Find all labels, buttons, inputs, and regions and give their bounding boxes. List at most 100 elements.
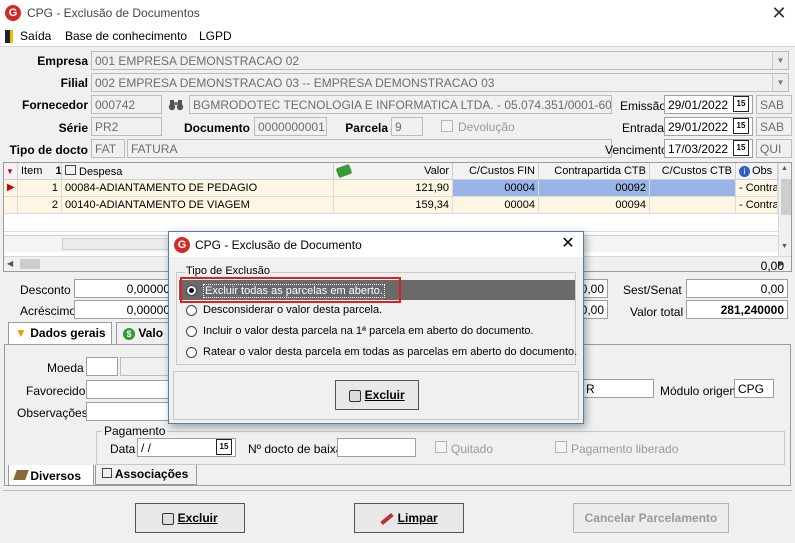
quitado-checkbox[interactable] (435, 441, 447, 453)
pagamento-liberado-checkbox[interactable] (555, 441, 567, 453)
column-header-cc-fin[interactable]: C/Custos FIN (453, 163, 539, 180)
entrada-weekday: SAB (756, 117, 792, 136)
fornecedor-code-field[interactable]: 000742 (91, 95, 162, 114)
current-row-arrow-icon: ▶ (4, 180, 18, 197)
scroll-left-icon[interactable]: ◀ (7, 259, 13, 268)
calendar-icon[interactable]: 15 (733, 140, 749, 156)
calendar-icon[interactable]: 15 (216, 439, 232, 455)
grid-total-field: 0,00 (700, 257, 787, 276)
modulo-origem-label: Módulo origem (660, 384, 740, 398)
acrescimo-field[interactable]: 0,00000 (74, 300, 174, 319)
empresa-select[interactable]: 001 EMPRESA DEMONSTRACAO 02 (91, 51, 789, 70)
binoculars-search-icon[interactable] (168, 97, 184, 112)
option-incluir-primeira-label[interactable]: Incluir o valor desta parcela na 1ª parc… (203, 325, 534, 337)
tab-diversos[interactable]: Diversos (8, 465, 94, 486)
row-item: 1 (18, 180, 62, 197)
serie-field[interactable]: PR2 (91, 117, 162, 136)
calendar-icon[interactable]: 15 (733, 96, 749, 112)
row-valor: 159,34 (334, 197, 453, 214)
tipo-name: FATURA (131, 142, 178, 156)
calendar-icon[interactable]: 15 (733, 118, 749, 134)
sest-senat-field[interactable]: 0,00 (686, 279, 788, 298)
tab-associacoes[interactable]: Associações (95, 465, 197, 485)
row-cc-fin: 00004 (453, 180, 539, 197)
hidden-field-value: R (586, 382, 595, 396)
scrollbar-thumb[interactable] (781, 179, 791, 215)
chevron-down-icon[interactable]: ▼ (772, 74, 788, 91)
table-row[interactable]: 2 00140-ADIANTAMENTO DE VIAGEM 159,34 00… (4, 197, 778, 214)
row-cc-ctb (650, 197, 736, 214)
total-mid-value-2: 0,00 (580, 303, 604, 317)
radio-ratear[interactable] (186, 347, 197, 358)
ndocto-baixa-field[interactable] (337, 438, 416, 457)
scroll-down-icon[interactable]: ▼ (781, 243, 788, 250)
app-logo-icon: G (174, 237, 190, 253)
column-header-despesa[interactable]: Despesa (62, 163, 334, 180)
scroll-up-icon[interactable]: ▲ (781, 165, 788, 172)
observacoes-field[interactable] (86, 402, 176, 421)
valor-total-label: Valor total (630, 305, 684, 319)
exclusao-dialog: G CPG - Exclusão de Documento ✕ Tipo de … (168, 231, 584, 424)
menu-bar: Saída Base de conhecimento LGPD (0, 27, 795, 47)
valor-header-label: Valor (424, 165, 449, 177)
emissao-value: 29/01/2022 (668, 98, 729, 112)
chevron-down-icon[interactable]: ▼ (772, 52, 788, 69)
menu-item-base-conhecimento[interactable]: Base de conhecimento (65, 29, 187, 43)
table-row[interactable]: ▶ 1 00084-ADIANTAMENTO DE PEDAGIO 121,90… (4, 180, 778, 197)
moeda-code-field[interactable] (86, 357, 118, 376)
dialog-excluir-button[interactable]: Excluir (335, 380, 419, 410)
tipo-exclusao-legend: Tipo de Exclusão (185, 265, 271, 277)
hidden-field[interactable]: R (582, 379, 654, 398)
row-contrapartida: 00092 (539, 180, 650, 197)
column-header-item[interactable]: Item 1 (18, 163, 62, 180)
cancelar-parcelamento-button[interactable]: Cancelar Parcelamento (573, 503, 729, 533)
radio-incluir-primeira[interactable] (186, 326, 197, 337)
column-header-contrapartida[interactable]: Contrapartida CTB (539, 163, 650, 180)
column-header-valor[interactable]: Valor (334, 163, 453, 180)
dialog-close-icon[interactable]: ✕ (557, 234, 579, 254)
modulo-origem-field[interactable]: CPG (734, 379, 774, 398)
fornecedor-name: BGMRODOTEC TECNOLOGIA E INFORMATICA LTDA… (193, 98, 612, 112)
option-ratear-label[interactable]: Ratear o valor desta parcela em todas as… (203, 346, 577, 358)
exit-door-icon (5, 30, 13, 43)
link-icon (102, 468, 112, 478)
row-cc-ctb (650, 180, 736, 197)
dialog-title: CPG - Exclusão de Documento (195, 238, 362, 252)
tab-valores-label: Valo (138, 326, 164, 340)
excluir-button-label: Excluir (177, 511, 218, 525)
row-item: 2 (18, 197, 62, 214)
row-valor: 121,90 (334, 180, 453, 197)
devolucao-label: Devolução (458, 120, 515, 134)
moeda-label: Moeda (47, 361, 84, 375)
parcela-value: 9 (395, 120, 402, 134)
pagamento-legend: Pagamento (102, 424, 168, 438)
tab-valores[interactable]: $ Valo (116, 322, 176, 344)
dialog-title-bar: G CPG - Exclusão de Documento ✕ (169, 232, 583, 257)
window-close-icon[interactable]: ✕ (768, 3, 790, 23)
fornecedor-code: 000742 (95, 98, 136, 112)
option-desconsiderar-label[interactable]: Desconsiderar o valor desta parcela. (203, 304, 382, 316)
valor-total-value: 281,240000 (720, 303, 784, 317)
desconto-field[interactable]: 0,00000 (74, 279, 174, 298)
menu-item-saida[interactable]: Saída (20, 29, 51, 43)
filial-select[interactable]: 002 EMPRESA DEMONSTRACAO 03 -- EMPRESA D… (91, 73, 789, 92)
column-header-obs[interactable]: i Obs (736, 163, 778, 180)
grid-vertical-scrollbar[interactable]: ▲ ▼ (778, 163, 791, 256)
tipo-code-field[interactable]: FAT (91, 139, 125, 158)
devolucao-checkbox[interactable] (441, 120, 453, 132)
limpar-button[interactable]: Limpar (354, 503, 464, 533)
column-header-cc-ctb[interactable]: C/Custos CTB (650, 163, 736, 180)
dollar-icon: $ (123, 328, 135, 340)
observacoes-label: Observações (17, 406, 88, 420)
tab-dados-gerais[interactable]: ▼ Dados gerais (8, 322, 112, 344)
menu-item-lgpd[interactable]: LGPD (199, 29, 232, 43)
favorecido-field[interactable] (86, 380, 176, 399)
parcela-field[interactable]: 9 (391, 117, 423, 136)
despesa-header-label: Despesa (79, 166, 123, 178)
pencil-icon (13, 470, 29, 480)
radio-desconsiderar[interactable] (186, 305, 197, 316)
scrollbar-thumb[interactable] (20, 259, 40, 269)
excluir-button[interactable]: Excluir (135, 503, 245, 533)
documento-field[interactable]: 0000000001 (254, 117, 327, 136)
divider (3, 490, 792, 491)
